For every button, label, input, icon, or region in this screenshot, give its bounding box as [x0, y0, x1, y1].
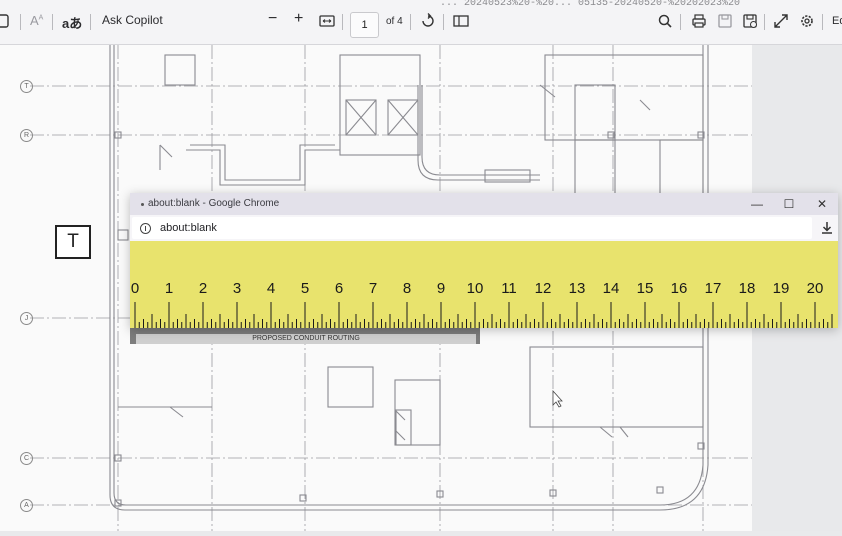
ruler-number: 15	[637, 280, 654, 297]
page-view-icon[interactable]	[452, 12, 470, 30]
chrome-tab-icon	[141, 203, 144, 206]
ruler-number: 13	[569, 280, 586, 297]
grid-label: R	[20, 129, 33, 142]
toolbar-divider	[52, 14, 53, 30]
info-icon[interactable]	[140, 223, 151, 234]
grid-label: A	[20, 499, 33, 512]
toolbar-divider	[764, 14, 765, 30]
ruler-number: 20	[807, 280, 824, 297]
url-fragment: ... 20240523%20-%20... 05135-20240520-%2…	[440, 0, 740, 8]
chrome-title-bar[interactable]: about:blank - Google Chrome — ☐ ✕	[130, 193, 838, 215]
fullscreen-icon[interactable]	[772, 12, 790, 30]
chrome-window: about:blank - Google Chrome — ☐ ✕ about:…	[130, 193, 838, 328]
grid-label: C	[20, 452, 33, 465]
window-title: about:blank - Google Chrome	[148, 198, 280, 209]
save-as-icon[interactable]	[741, 12, 759, 30]
address-bar[interactable]: about:blank	[132, 217, 812, 239]
ruler-number: 18	[739, 280, 756, 297]
thermostat-symbol: T	[55, 225, 91, 259]
ruler-number: 12	[535, 280, 552, 297]
toolbar-divider	[410, 14, 411, 30]
save-icon[interactable]	[716, 12, 734, 30]
rotate-icon[interactable]	[419, 12, 437, 30]
zoom-out-button[interactable]: −	[268, 10, 277, 28]
download-icon[interactable]	[819, 219, 835, 237]
minimize-button[interactable]: —	[747, 196, 767, 212]
ruler-number: 9	[437, 280, 445, 297]
read-aloud-icon[interactable]: AA	[30, 13, 43, 28]
address-bar-row: about:blank	[130, 215, 838, 241]
zoom-in-button[interactable]: +	[294, 10, 303, 28]
ruler-number: 16	[671, 280, 688, 297]
toolbar-divider	[443, 14, 444, 30]
settings-icon[interactable]	[798, 12, 816, 30]
ruler-number: 19	[773, 280, 790, 297]
pdf-toolbar: ... 20240523%20-%20... 05135-20240520-%2…	[0, 0, 842, 45]
toolbar-divider	[822, 14, 823, 30]
ask-copilot-button[interactable]: Ask Copilot	[102, 13, 163, 27]
overflow-edge-label: Ed	[832, 15, 842, 27]
ruler-number: 11	[501, 280, 517, 297]
search-icon[interactable]	[656, 12, 674, 30]
ruler-number: 10	[467, 280, 484, 297]
toolbar-divider	[342, 14, 343, 30]
ruler-number: 4	[267, 280, 275, 297]
sidebar-icon[interactable]	[0, 12, 18, 30]
fit-width-icon[interactable]	[318, 12, 336, 30]
ruler[interactable]: 0123456789101112131415161718192021	[130, 241, 838, 328]
ruler-number: 0	[131, 280, 139, 297]
ruler-number: 14	[603, 280, 620, 297]
conduit-routing-label: PROPOSED CONDUIT ROUTING	[136, 334, 476, 344]
ruler-number: 8	[403, 280, 411, 297]
page-total: of 4	[386, 16, 403, 27]
ruler-number: 3	[233, 280, 241, 297]
ruler-number: 7	[369, 280, 377, 297]
close-button[interactable]: ✕	[812, 196, 832, 212]
translate-icon[interactable]: aあ	[62, 13, 82, 32]
ruler-scale: 0123456789101112131415161718192021	[131, 280, 833, 328]
grid-label: T	[20, 80, 33, 93]
mouse-cursor-icon	[552, 389, 563, 408]
ruler-number: 1	[165, 280, 173, 297]
ruler-number: 2	[199, 280, 207, 297]
ruler-number: 6	[335, 280, 343, 297]
address-text: about:blank	[160, 222, 217, 234]
ruler-number: 17	[705, 280, 722, 297]
print-icon[interactable]	[690, 12, 708, 30]
ruler-number: 5	[301, 280, 309, 297]
grid-label: J	[20, 312, 33, 325]
toolbar-divider	[20, 14, 21, 30]
maximize-button[interactable]: ☐	[779, 196, 799, 212]
toolbar-divider	[90, 14, 91, 30]
toolbar-divider	[680, 14, 681, 30]
page-number-input[interactable]: 1	[350, 12, 379, 38]
